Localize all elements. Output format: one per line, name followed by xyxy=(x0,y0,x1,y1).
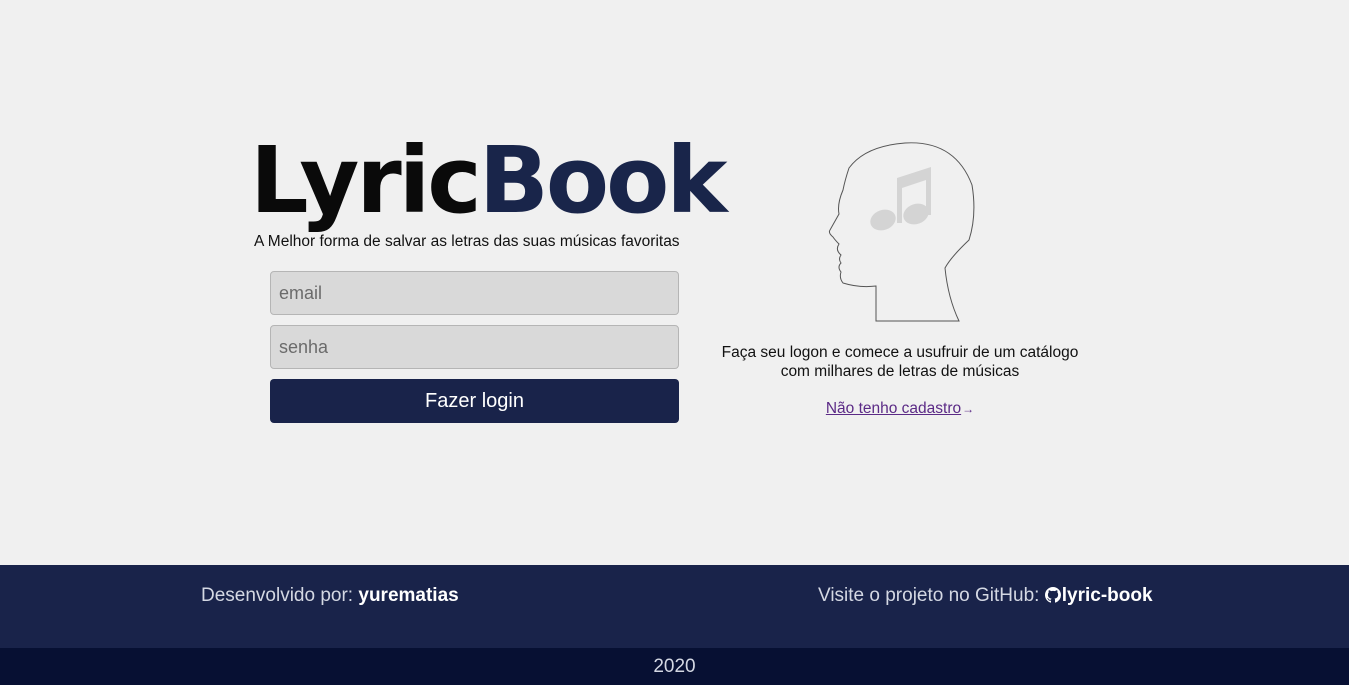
copyright-year: 2020 xyxy=(0,648,1349,685)
logo-lyric: Lyric xyxy=(250,127,482,234)
login-button[interactable]: Fazer login xyxy=(270,379,679,423)
developer-credit: Desenvolvido por: yurematias xyxy=(201,585,459,607)
github-credit: Visite o projeto no GitHub: lyric-book xyxy=(818,585,1153,607)
arrow-right-icon: → xyxy=(962,402,975,416)
email-input[interactable] xyxy=(270,271,679,315)
repo-link[interactable]: lyric-book xyxy=(1062,585,1153,606)
footer: Desenvolvido por: yurematias Visite o pr… xyxy=(0,565,1349,648)
main-content: LyricBook A Melhor forma de salvar as le… xyxy=(0,0,1349,565)
info-description: Faça seu logon e comece a usufruir de um… xyxy=(700,343,1100,381)
info-description-line2: com milhares de letras de músicas xyxy=(780,363,1020,380)
signup-link[interactable]: Não tenho cadastro xyxy=(826,400,961,417)
logo-book: Book xyxy=(478,127,728,234)
developer-link[interactable]: yurematias xyxy=(358,585,458,606)
tagline: A Melhor forma de salvar as letras das s… xyxy=(254,233,680,250)
github-label: Visite o projeto no GitHub: xyxy=(818,585,1040,606)
head-music-note-icon xyxy=(828,142,975,322)
github-icon xyxy=(1044,587,1061,603)
password-input[interactable] xyxy=(270,325,679,369)
info-description-line1: Faça seu logon e comece a usufruir de um… xyxy=(721,344,1079,361)
app-logo: LyricBook xyxy=(250,135,728,227)
signup-link-wrapper: Não tenho cadastro→ xyxy=(700,400,1100,418)
developed-by-label: Desenvolvido por: xyxy=(201,585,354,606)
